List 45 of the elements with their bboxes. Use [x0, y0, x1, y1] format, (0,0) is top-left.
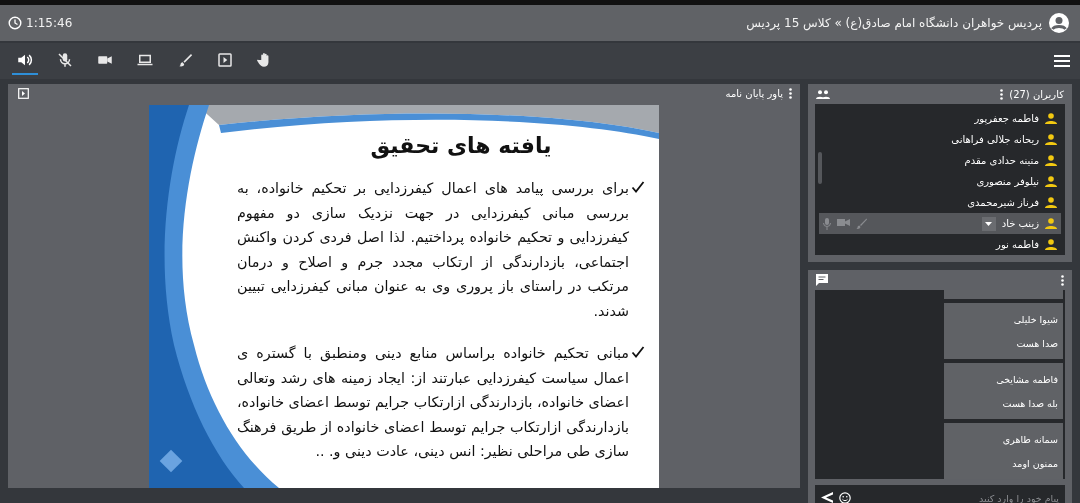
user-item[interactable]: فاطمه جعفرپور: [819, 108, 1061, 129]
send-icon[interactable]: [821, 492, 833, 503]
mic-off-icon: [56, 51, 74, 69]
person-icon: [1045, 197, 1057, 208]
presentation-title: پاور پایان نامه: [725, 88, 783, 99]
user-item[interactable]: متینه حدادی مقدم: [819, 150, 1061, 171]
slide-paragraph: مبانی تحکیم خانواده براساس منابع دینی ومنطبق با گستره ی اعمال سیاست کیفرزدایی عبارتند از: ایجاد زمینه های رشد وتعالی اعضای خانواده، بازدارندگی ازارتکاب جرایم توسط اعضای خانواده، بازدارندگی ازارتکاب جرایم توسط اعضای خانواده از طریق فرهنگ سازی طی مراحلی نظیر: انس دینی، عادت دینی و. ..: [237, 344, 629, 462]
scrollbar[interactable]: [818, 152, 822, 184]
slide-heading: یافته های تحقیق: [369, 133, 553, 158]
session-title: پردیس خواهران دانشگاه امام صادق(ع) » کلاس 15 پردیس: [746, 16, 1042, 30]
person-icon: [1045, 113, 1057, 124]
message-sender: سمانه طاهری: [1001, 433, 1058, 445]
emoji-icon[interactable]: [839, 492, 851, 503]
more-icon[interactable]: [1000, 88, 1004, 100]
user-item[interactable]: فرناز شیرمحمدی: [819, 192, 1061, 213]
checkmark-icon: [631, 345, 645, 359]
clock-icon: [8, 16, 22, 30]
person-icon: [1045, 218, 1057, 229]
person-icon: [1045, 176, 1057, 187]
presentation-icon[interactable]: [18, 88, 29, 99]
user-item[interactable]: زینب خاد: [819, 213, 1061, 234]
person-icon: [1045, 134, 1057, 145]
chat-icon: [816, 274, 828, 286]
more-icon[interactable]: [789, 88, 792, 99]
message-text: بله صدا هست: [1001, 397, 1058, 409]
caret-icon[interactable]: [981, 216, 996, 231]
message-sender: شیوا خلیلی: [1012, 313, 1058, 325]
users-icon: [816, 89, 830, 99]
slide-paragraph: برای بررسی پیامد های اعمال کیفرزدایی بر تحکیم خانواده، به بررسی مبانی کیفرزدایی در جهت نزدیک سازی دو مفهوم کیفرزدایی و تحکیم خانواده پرداختیم. لذا اصل فردی کردن واکنش اجتماعی، بازدارندگی از ارتکاب مجدد جرم و اصلاح و درمان مرتکب در راستای باز پروری وی به عنوان مبانی کیفرزدایی تبیین شدند.: [237, 179, 629, 321]
user-item[interactable]: نیلوفر منصوری: [819, 171, 1061, 192]
checkmark-icon: [631, 180, 645, 194]
more-icon[interactable]: [1061, 274, 1064, 286]
users-title: کاربران (27): [1009, 88, 1064, 100]
menu-icon[interactable]: [1054, 55, 1070, 67]
person-icon: [1045, 155, 1057, 166]
message-input-field[interactable]: پیام خود را وارد کنید: [815, 485, 1065, 503]
message-text: صدا هست: [1015, 337, 1058, 349]
user-avatar-icon[interactable]: [1048, 12, 1070, 34]
person-icon: [1045, 239, 1057, 250]
play-icon: [216, 51, 234, 69]
message-sender: فاطمه مشایخی: [995, 373, 1058, 385]
message-text: ممنون اومد: [1011, 457, 1058, 469]
user-item[interactable]: فاطمه نور: [819, 234, 1061, 255]
user-item[interactable]: ریحانه جلالی فراهانی: [819, 129, 1061, 150]
session-timer: 1:15:46: [26, 16, 73, 30]
